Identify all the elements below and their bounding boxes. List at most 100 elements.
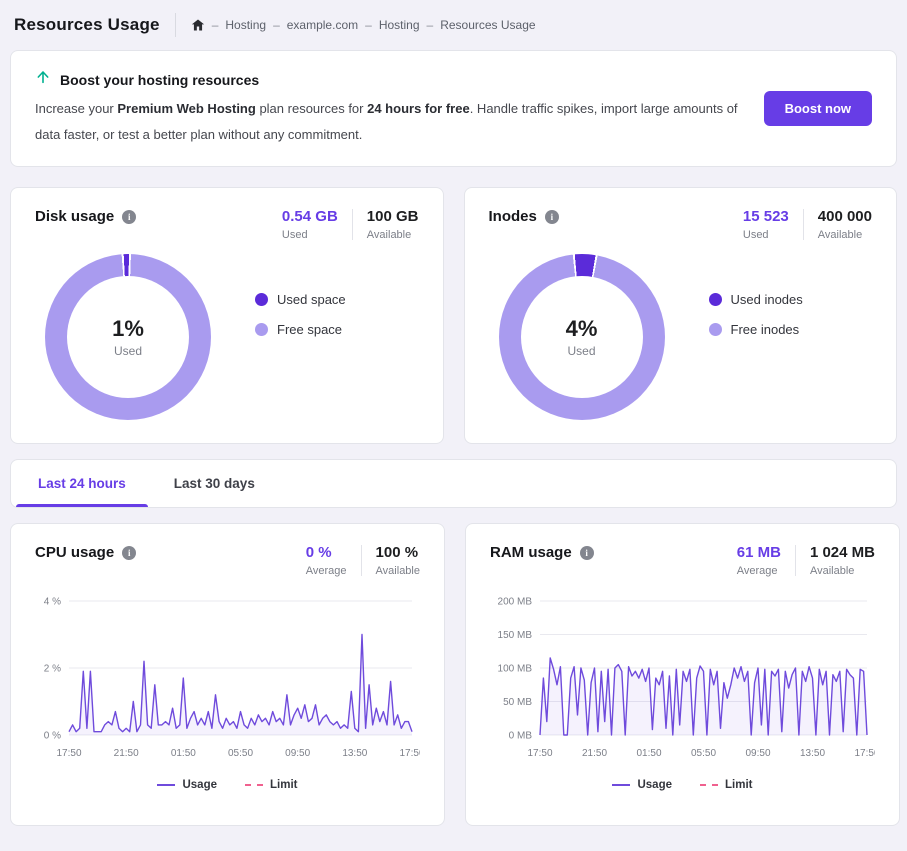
boost-now-button[interactable]: Boost now bbox=[764, 91, 872, 126]
stat-divider bbox=[361, 545, 362, 576]
page-header: Resources Usage – Hosting – example.com … bbox=[14, 10, 895, 40]
used-space-dot bbox=[255, 293, 268, 306]
boost-banner-text: Boost your hosting resources Increase yo… bbox=[35, 69, 745, 148]
home-icon[interactable] bbox=[191, 18, 205, 32]
limit-dash-swatch bbox=[700, 784, 718, 786]
legend-item-free-space: Free space bbox=[255, 322, 346, 337]
legend-item-free-inodes: Free inodes bbox=[709, 322, 803, 337]
cpu-usage-line-chart[interactable]: 0 % 2 % 4 % 17:50 21:50 01:50 05:50 09:50 13:50 1… bbox=[35, 583, 420, 767]
svg-text:200 MB: 200 MB bbox=[498, 597, 533, 608]
usage-cards-row: Disk usage i 0.54 GB Used 100 GB Availab… bbox=[10, 187, 897, 444]
ram-available-stat: 1 024 MB Available bbox=[810, 544, 875, 577]
breadcrumb-separator: – bbox=[427, 18, 434, 32]
svg-text:0 MB: 0 MB bbox=[509, 731, 533, 742]
cpu-available-stat: 100 % Available bbox=[376, 544, 420, 577]
svg-text:13:50: 13:50 bbox=[800, 748, 825, 759]
svg-text:2 %: 2 % bbox=[44, 664, 61, 675]
legend-limit[interactable]: Limit bbox=[700, 779, 752, 791]
disk-usage-title: Disk usage i bbox=[35, 208, 136, 225]
breadcrumb-item-domain[interactable]: example.com bbox=[287, 18, 358, 32]
svg-text:4 %: 4 % bbox=[44, 597, 61, 608]
info-icon[interactable]: i bbox=[122, 210, 136, 224]
svg-text:05:50: 05:50 bbox=[228, 748, 253, 759]
header-divider bbox=[175, 13, 176, 37]
info-icon[interactable]: i bbox=[580, 546, 594, 560]
cpu-usage-title: CPU usage i bbox=[35, 544, 136, 561]
ram-usage-stats: 61 MB Average 1 024 MB Available bbox=[737, 544, 875, 577]
ram-chart-legend: Usage Limit bbox=[490, 779, 875, 791]
svg-text:17:50: 17:50 bbox=[527, 748, 552, 759]
inodes-donut-center: 4% Used bbox=[499, 254, 665, 420]
resources-usage-page: Resources Usage – Hosting – example.com … bbox=[0, 0, 907, 851]
disk-donut-center: 1% Used bbox=[45, 254, 211, 420]
ram-usage-line-chart[interactable]: 0 MB 50 MB 100 MB 150 MB 200 MB 17:50 21:50 01:… bbox=[490, 583, 875, 767]
cpu-usage-stats: 0 % Average 100 % Available bbox=[306, 544, 420, 577]
chart-cards-row: CPU usage i 0 % Average 100 % Available bbox=[10, 523, 897, 826]
breadcrumb-item-hosting-2[interactable]: Hosting bbox=[379, 18, 420, 32]
svg-text:05:50: 05:50 bbox=[691, 748, 716, 759]
boost-banner-description: Increase your Premium Web Hosting plan r… bbox=[35, 96, 745, 148]
breadcrumb-item-hosting[interactable]: Hosting bbox=[225, 18, 266, 32]
used-inodes-dot bbox=[709, 293, 722, 306]
ram-usage-card: RAM usage i 61 MB Average 1 024 MB Avail… bbox=[465, 523, 900, 826]
usage-line-swatch bbox=[157, 784, 175, 786]
breadcrumb-separator: – bbox=[365, 18, 372, 32]
svg-text:01:50: 01:50 bbox=[636, 748, 661, 759]
svg-text:17:50: 17:50 bbox=[56, 748, 81, 759]
boost-banner: Boost your hosting resources Increase yo… bbox=[10, 50, 897, 167]
disk-usage-stats: 0.54 GB Used 100 GB Available bbox=[282, 208, 419, 241]
legend-limit[interactable]: Limit bbox=[245, 779, 297, 791]
ram-average-stat: 61 MB Average bbox=[737, 544, 781, 577]
svg-text:17:50: 17:50 bbox=[399, 748, 420, 759]
breadcrumb-separator: – bbox=[273, 18, 280, 32]
stat-divider bbox=[795, 545, 796, 576]
inodes-used-stat: 15 523 Used bbox=[743, 208, 789, 241]
svg-text:09:50: 09:50 bbox=[285, 748, 310, 759]
cpu-average-stat: 0 % Average bbox=[306, 544, 347, 577]
info-icon[interactable]: i bbox=[545, 210, 559, 224]
usage-line-swatch bbox=[612, 784, 630, 786]
free-space-dot bbox=[255, 323, 268, 336]
inodes-stats: 15 523 Used 400 000 Available bbox=[743, 208, 872, 241]
legend-usage[interactable]: Usage bbox=[612, 779, 672, 791]
disk-usage-card: Disk usage i 0.54 GB Used 100 GB Availab… bbox=[10, 187, 444, 444]
free-inodes-dot bbox=[709, 323, 722, 336]
legend-item-used-inodes: Used inodes bbox=[709, 292, 803, 307]
svg-text:150 MB: 150 MB bbox=[498, 630, 533, 641]
tab-last-30-days[interactable]: Last 30 days bbox=[150, 460, 279, 507]
ram-usage-title: RAM usage i bbox=[490, 544, 594, 561]
svg-text:100 MB: 100 MB bbox=[498, 664, 533, 675]
page-title: Resources Usage bbox=[14, 15, 160, 35]
inodes-title: Inodes i bbox=[489, 208, 559, 225]
svg-text:09:50: 09:50 bbox=[745, 748, 770, 759]
disk-donut-legend: Used space Free space bbox=[255, 292, 346, 420]
breadcrumb-separator: – bbox=[212, 18, 219, 32]
svg-text:50 MB: 50 MB bbox=[503, 697, 532, 708]
svg-text:21:50: 21:50 bbox=[582, 748, 607, 759]
inodes-donut-legend: Used inodes Free inodes bbox=[709, 292, 803, 420]
arrow-up-icon bbox=[35, 69, 51, 90]
boost-banner-title: Boost your hosting resources bbox=[60, 72, 259, 88]
svg-text:13:50: 13:50 bbox=[342, 748, 367, 759]
disk-usage-donut-chart[interactable]: 1% Used bbox=[45, 254, 211, 420]
svg-text:21:50: 21:50 bbox=[114, 748, 139, 759]
inodes-donut-chart[interactable]: 4% Used bbox=[499, 254, 665, 420]
stat-divider bbox=[803, 209, 804, 240]
period-tabs: Last 24 hours Last 30 days bbox=[10, 459, 897, 508]
stat-divider bbox=[352, 209, 353, 240]
disk-available-stat: 100 GB Available bbox=[367, 208, 419, 241]
svg-text:0 %: 0 % bbox=[44, 731, 61, 742]
inodes-card: Inodes i 15 523 Used 400 000 Available bbox=[464, 187, 898, 444]
legend-item-used-space: Used space bbox=[255, 292, 346, 307]
legend-usage[interactable]: Usage bbox=[157, 779, 217, 791]
cpu-usage-card: CPU usage i 0 % Average 100 % Available bbox=[10, 523, 445, 826]
tab-last-24-hours[interactable]: Last 24 hours bbox=[14, 460, 150, 507]
svg-text:01:50: 01:50 bbox=[171, 748, 196, 759]
svg-text:17:50: 17:50 bbox=[854, 748, 875, 759]
breadcrumb-item-current[interactable]: Resources Usage bbox=[440, 18, 535, 32]
cpu-chart-legend: Usage Limit bbox=[35, 779, 420, 791]
breadcrumb: – Hosting – example.com – Hosting – Reso… bbox=[191, 18, 536, 32]
info-icon[interactable]: i bbox=[122, 546, 136, 560]
limit-dash-swatch bbox=[245, 784, 263, 786]
inodes-available-stat: 400 000 Available bbox=[818, 208, 872, 241]
